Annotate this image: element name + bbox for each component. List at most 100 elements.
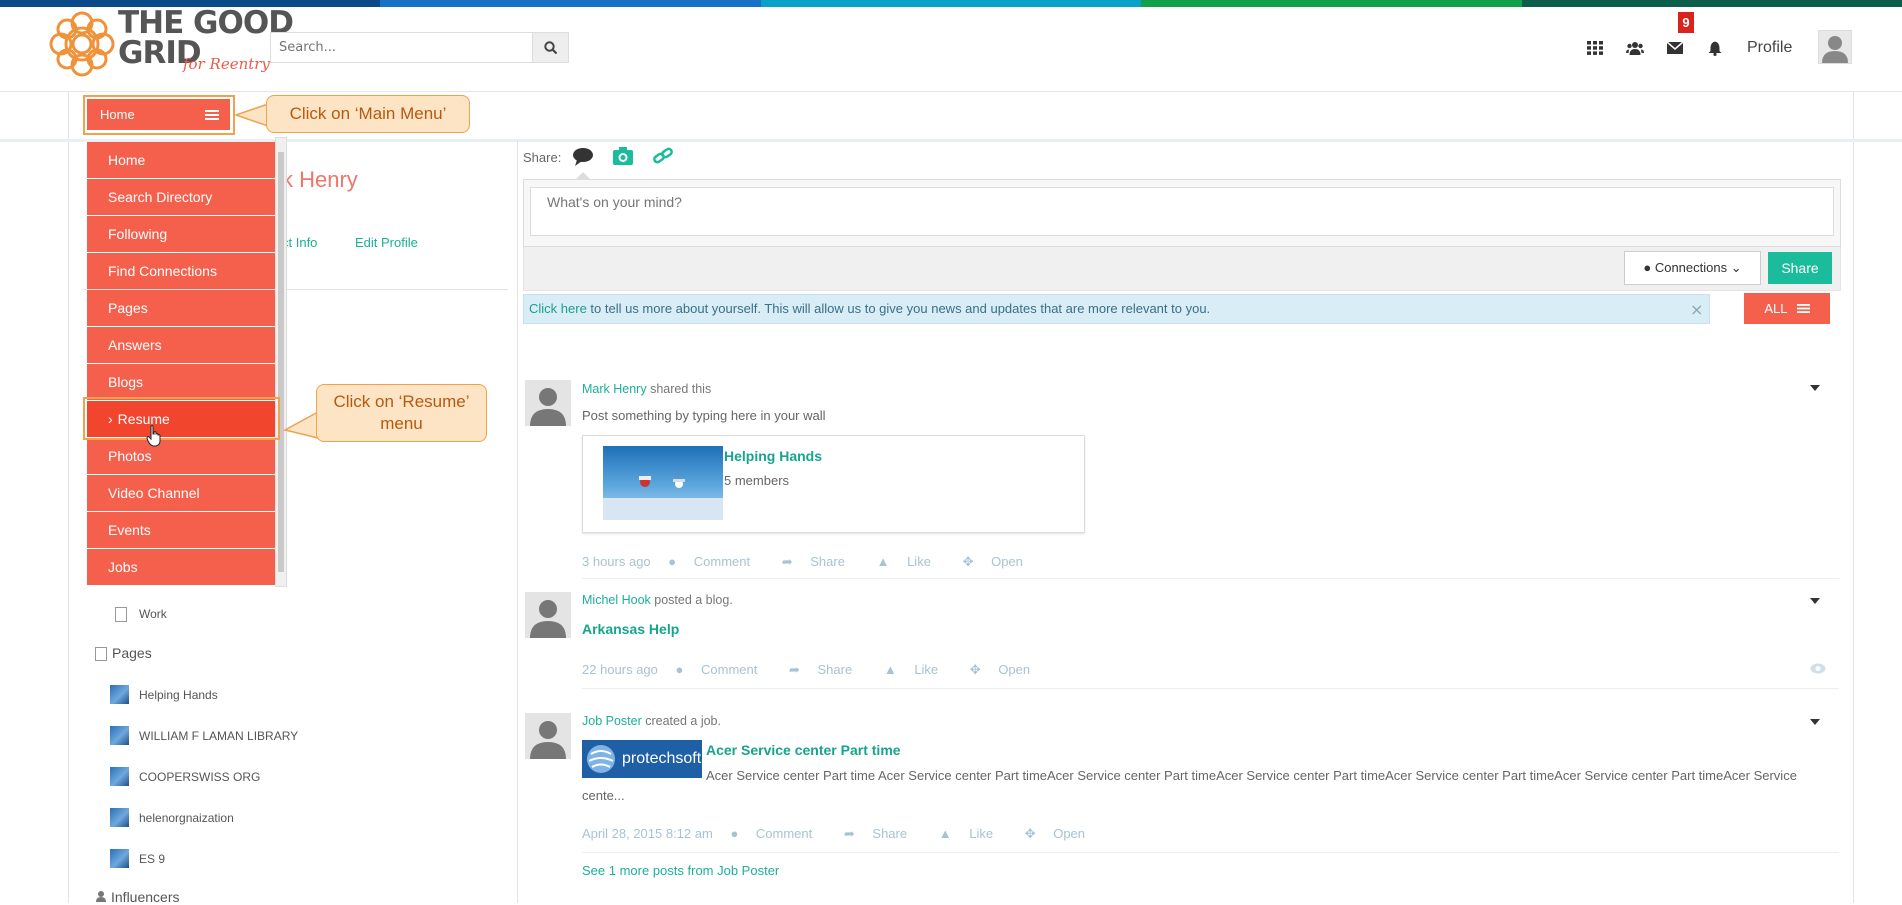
post-avatar[interactable] (525, 592, 571, 638)
contact-info-link[interactable]: ct Info (282, 235, 317, 250)
page-thumb-icon (110, 726, 129, 745)
menu-item-pages[interactable]: Pages (87, 290, 275, 326)
page-item[interactable]: helenorgnaization (139, 811, 234, 825)
open-button[interactable]: ✥ Open (963, 554, 1037, 569)
resume-callout-line1: Click on ‘Resume’ (333, 392, 470, 411)
all-filter-button[interactable]: ALL (1744, 293, 1830, 324)
menu-item-photos[interactable]: Photos (87, 438, 275, 474)
like-button[interactable]: ▲ Like (884, 662, 952, 677)
composer-box (523, 179, 1841, 247)
card-title-link[interactable]: Helping Hands (724, 448, 822, 464)
info-alert-text: to tell us more about yourself. This wil… (586, 301, 1211, 316)
thumbs-up-icon: ▲ (876, 554, 894, 569)
close-icon[interactable]: × (1690, 300, 1703, 319)
avatar-silhouette-icon (525, 592, 571, 638)
notification-badge: 9 (1678, 12, 1694, 33)
post-author-link[interactable]: Job Poster (582, 714, 642, 728)
open-button[interactable]: ✥ Open (1025, 826, 1099, 841)
job-description: Acer Service center Part time Acer Servi… (582, 766, 1822, 806)
like-label: Like (914, 662, 939, 677)
search-icon (543, 40, 557, 54)
profile-link[interactable]: Profile (1747, 39, 1792, 57)
work-item[interactable]: Work (139, 607, 167, 621)
photo-icon[interactable] (612, 146, 634, 166)
post-author-link[interactable]: Michel Hook (582, 593, 651, 607)
column-divider (517, 140, 518, 903)
share-action-button[interactable]: ➦ Share (789, 662, 866, 677)
like-label: Like (907, 554, 931, 569)
scrollbar-thumb[interactable] (278, 152, 284, 572)
status-speech-icon[interactable] (572, 147, 594, 167)
search-input[interactable] (270, 32, 532, 63)
page-item[interactable]: ES 9 (139, 852, 165, 866)
post-timestamp[interactable]: 22 hours ago (582, 662, 658, 677)
post-author-link[interactable]: Mark Henry (582, 382, 647, 396)
post-header: Mark Henry shared this (582, 382, 711, 396)
post-menu-caret-icon[interactable] (1810, 385, 1820, 391)
profile-name-partial: k Henry (282, 167, 358, 192)
page-item[interactable]: COOPERSWISS ORG (139, 770, 260, 784)
click-here-link[interactable]: Click here (529, 301, 587, 316)
open-label: Open (998, 662, 1031, 677)
share-label: Share (810, 554, 845, 569)
main-menu-label: Home (100, 107, 135, 122)
share-action-button[interactable]: ➦ Share (782, 554, 859, 569)
comment-icon: ● (730, 826, 742, 841)
mail-icon[interactable] (1665, 38, 1685, 58)
share-action-button[interactable]: ➦ Share (844, 826, 921, 841)
share-button[interactable]: Share (1768, 252, 1832, 284)
pages-header: Pages (112, 645, 152, 661)
post-divider (582, 852, 1839, 853)
menu-item-events[interactable]: Events (87, 512, 275, 548)
post-avatar[interactable] (525, 380, 571, 426)
post-header: Michel Hook posted a blog. (582, 593, 733, 607)
comment-button[interactable]: ● Comment (730, 826, 826, 841)
search-button[interactable] (532, 32, 569, 63)
post-menu-caret-icon[interactable] (1810, 598, 1820, 604)
page-item[interactable]: WILLIAM F LAMAN LIBRARY (139, 729, 298, 743)
menu-item-answers[interactable]: Answers (87, 327, 275, 363)
blog-title-link[interactable]: Arkansas Help (582, 621, 679, 637)
comment-button[interactable]: ● Comment (668, 554, 764, 569)
post-action-text: created a job. (641, 714, 721, 728)
menu-item-home[interactable]: Home (87, 142, 275, 178)
job-description-text: Acer Service center Part time Acer Servi… (582, 768, 1797, 803)
status-textarea[interactable] (530, 187, 1834, 236)
menu-item-find-connections[interactable]: Find Connections (87, 253, 275, 289)
comment-button[interactable]: ● Comment (676, 662, 772, 677)
like-button[interactable]: ▲ Like (877, 554, 945, 569)
menu-item-jobs[interactable]: Jobs (87, 549, 275, 585)
eye-icon[interactable] (1810, 663, 1826, 674)
post-timestamp[interactable]: 3 hours ago (582, 554, 651, 569)
like-button[interactable]: ▲ Like (939, 826, 1007, 841)
main-menu-dropdown: Home Search Directory Following Find Con… (87, 142, 275, 586)
users-icon[interactable] (1625, 38, 1645, 58)
main-menu-button[interactable]: Home (87, 99, 230, 130)
menu-item-search-directory[interactable]: Search Directory (87, 179, 275, 215)
apps-grid-icon[interactable] (1585, 38, 1605, 58)
menu-item-following[interactable]: Following (87, 216, 275, 252)
user-avatar[interactable] (1818, 30, 1852, 64)
shared-page-card[interactable]: Helping Hands 5 members (582, 435, 1085, 533)
logo-tagline: for Reentry (183, 55, 270, 73)
job-title-link[interactable]: Acer Service center Part time (706, 742, 901, 758)
link-icon[interactable] (652, 146, 674, 166)
post-menu-caret-icon[interactable] (1810, 719, 1820, 725)
post-divider (582, 578, 1839, 579)
edit-profile-link[interactable]: Edit Profile (355, 235, 418, 250)
open-button[interactable]: ✥ Open (970, 662, 1044, 677)
menu-item-video-channel[interactable]: Video Channel (87, 475, 275, 511)
post-timestamp[interactable]: April 28, 2015 8:12 am (582, 826, 713, 841)
logo-flower-icon[interactable] (48, 10, 116, 78)
menu-item-blogs[interactable]: Blogs (87, 364, 275, 400)
expand-icon: ✥ (969, 662, 985, 677)
post-avatar[interactable] (525, 713, 571, 759)
see-more-posts-link[interactable]: See 1 more posts from Job Poster (582, 863, 779, 878)
page-item[interactable]: Helping Hands (139, 688, 218, 702)
globe-icon: ● (1643, 260, 1652, 275)
bell-icon[interactable] (1705, 38, 1725, 58)
connections-dropdown[interactable]: ● Connections ⌄ (1624, 251, 1761, 285)
comment-label: Comment (701, 662, 758, 677)
menu-scrollbar[interactable] (275, 137, 287, 587)
connections-label: Connections (1654, 260, 1728, 275)
